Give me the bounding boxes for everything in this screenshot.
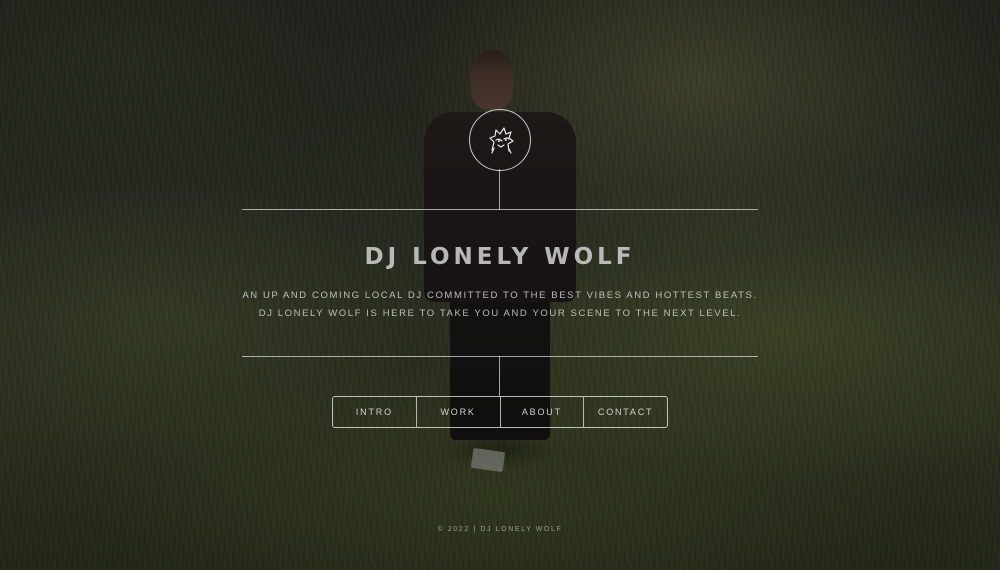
main-nav: INTRO WORK ABOUT CONTACT xyxy=(332,396,668,428)
nav-intro-link[interactable]: INTRO xyxy=(333,397,416,427)
logo[interactable] xyxy=(469,109,531,171)
nav-about-link[interactable]: ABOUT xyxy=(499,397,584,427)
nav-work-link[interactable]: WORK xyxy=(415,397,500,427)
nav-contact-link[interactable]: CONTACT xyxy=(583,397,667,427)
background-overlay xyxy=(0,0,1000,570)
divider-top xyxy=(242,209,758,210)
divider-bottom xyxy=(242,356,758,357)
site-description-line-2: DJ LONELY WOLF IS HERE TO TAKE YOU AND Y… xyxy=(258,308,742,319)
copyright-footer: © 2022 | DJ LONELY WOLF xyxy=(437,526,563,533)
connector-line-top xyxy=(499,169,500,210)
site-title: DJ LONELY WOLF xyxy=(364,244,636,270)
site-description-line-1: AN UP AND COMING LOCAL DJ COMMITTED TO T… xyxy=(242,290,758,301)
wolf-head-logo-icon xyxy=(489,127,514,154)
connector-line-bottom xyxy=(499,356,500,396)
